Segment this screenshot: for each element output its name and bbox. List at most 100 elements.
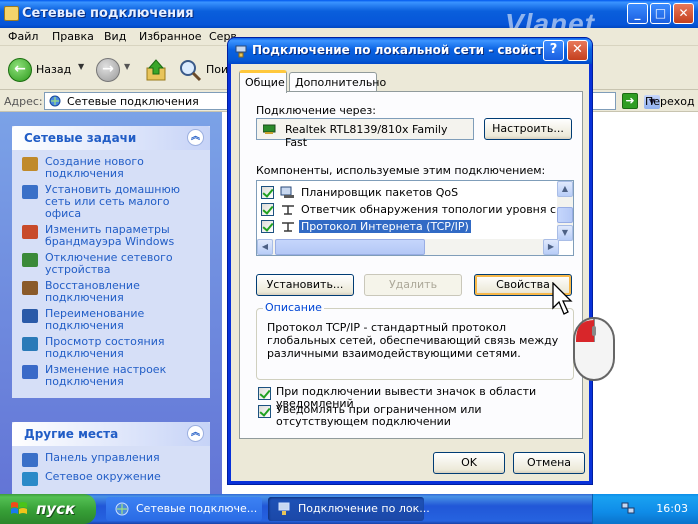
network-task-item-label[interactable]: Отключение сетевого устройства xyxy=(45,252,202,276)
tab-general[interactable]: Общие xyxy=(239,70,287,93)
component-checkbox[interactable] xyxy=(261,219,274,233)
network-task-item-label[interactable]: Изменение настроек подключения xyxy=(45,364,202,388)
go-button-label[interactable]: Переход xyxy=(645,95,695,108)
address-label: Адрес: xyxy=(4,95,43,108)
network-tray-icon[interactable] xyxy=(621,502,635,514)
go-arrow-icon[interactable]: ➜ xyxy=(622,93,638,109)
dialog-title-bar[interactable]: Подключение по локальной сети - свойства… xyxy=(228,38,592,64)
configure-button[interactable]: Настроить... xyxy=(484,118,572,140)
notify-option[interactable]: Уведомлять при ограниченном или отсутств… xyxy=(258,404,568,428)
network-task-item-label[interactable]: Просмотр состояния подключения xyxy=(45,336,202,360)
explorer-title-bar[interactable]: Сетевые подключения Vlanet _ □ ✕ xyxy=(0,0,698,39)
list-vertical-scrollbar[interactable]: ▲ ▼ xyxy=(557,181,573,241)
scroll-thumb[interactable] xyxy=(557,207,573,223)
minimize-button[interactable]: _ xyxy=(627,3,648,24)
scroll-left-icon[interactable]: ◀ xyxy=(257,239,273,255)
taskbar-button-label: Подключение по лок... xyxy=(298,502,430,515)
home-network-icon xyxy=(22,185,38,199)
menu-edit[interactable]: Правка xyxy=(52,30,94,43)
network-adapter-icon xyxy=(263,124,276,134)
firewall-icon xyxy=(22,225,38,239)
other-places-title: Другие места xyxy=(24,427,119,441)
taskbar-button-network-connections[interactable]: Сетевые подключе... xyxy=(106,497,262,521)
list-horizontal-scrollbar[interactable]: ◀ ▶ xyxy=(257,239,559,255)
other-place-item[interactable]: Сетевое окружение xyxy=(22,471,202,486)
system-tray: 16:03 xyxy=(592,494,698,524)
other-place-item[interactable]: Панель управления xyxy=(22,452,202,467)
network-task-item-label[interactable]: Переименование подключения xyxy=(45,308,202,332)
network-task-item[interactable]: Создание нового подключения xyxy=(22,156,202,180)
network-task-item-label[interactable]: Восстановление подключения xyxy=(45,280,202,304)
network-task-item[interactable]: Отключение сетевого устройства xyxy=(22,252,202,276)
folder-up-icon[interactable] xyxy=(145,58,167,82)
scroll-up-icon[interactable]: ▲ xyxy=(557,181,573,197)
network-places-icon xyxy=(22,472,38,486)
forward-dropdown-icon[interactable]: ▼ xyxy=(124,62,130,71)
list-item[interactable]: Протокол Интернета (TCP/IP) xyxy=(261,218,471,234)
menu-file[interactable]: Файл xyxy=(8,30,38,43)
network-task-item[interactable]: Переименование подключения xyxy=(22,308,202,332)
list-item[interactable]: Планировщик пакетов QoS xyxy=(261,184,460,200)
mouse-pointer-icon xyxy=(552,282,573,315)
components-list: Планировщик пакетов QoS Ответчик обнаруж… xyxy=(256,180,574,256)
tab-advanced[interactable]: Дополнительно xyxy=(289,72,386,92)
dialog-close-button[interactable]: ✕ xyxy=(567,40,588,61)
mouse-click-icon xyxy=(573,317,615,381)
other-place-item-label[interactable]: Сетевое окружение xyxy=(45,471,161,483)
notify-checkbox[interactable] xyxy=(258,405,271,418)
taskbar: пуск Сетевые подключе... Подключение по … xyxy=(0,494,698,524)
network-task-item[interactable]: Установить домашнюю сеть или сеть малого… xyxy=(22,184,202,220)
network-task-item-label[interactable]: Установить домашнюю сеть или сеть малого… xyxy=(45,184,202,220)
search-button-label[interactable]: Пои xyxy=(206,63,228,76)
search-icon[interactable] xyxy=(178,58,202,82)
collapse-chevron-icon[interactable]: ︽ xyxy=(187,425,204,442)
close-button[interactable]: ✕ xyxy=(673,3,694,24)
ok-button[interactable]: OK xyxy=(433,452,505,474)
maximize-button[interactable]: □ xyxy=(650,3,671,24)
general-tab-page: Подключение через: Realtek RTL8139/810x … xyxy=(239,91,583,439)
back-dropdown-icon[interactable]: ▼ xyxy=(78,62,84,71)
taskbar-button-label: Сетевые подключе... xyxy=(136,502,258,515)
scroll-down-icon[interactable]: ▼ xyxy=(557,225,573,241)
clock[interactable]: 16:03 xyxy=(656,502,688,515)
network-task-item[interactable]: Изменение настроек подключения xyxy=(22,364,202,388)
other-place-item-label[interactable]: Панель управления xyxy=(45,452,160,464)
network-task-item[interactable]: Просмотр состояния подключения xyxy=(22,336,202,360)
uninstall-button[interactable]: Удалить xyxy=(364,274,462,296)
other-places-header[interactable]: Другие места ︽ xyxy=(12,422,210,446)
component-checkbox[interactable] xyxy=(261,185,274,199)
cancel-button[interactable]: Отмена xyxy=(513,452,585,474)
connect-using-label: Подключение через: xyxy=(256,104,376,117)
qos-scheduler-icon xyxy=(280,186,294,198)
collapse-chevron-icon[interactable]: ︽ xyxy=(187,129,204,146)
network-task-item[interactable]: Изменить параметры брандмауэра Windows xyxy=(22,224,202,248)
network-task-item-label[interactable]: Изменить параметры брандмауэра Windows xyxy=(45,224,202,248)
help-button[interactable]: ? xyxy=(543,40,564,61)
scroll-right-icon[interactable]: ▶ xyxy=(543,239,559,255)
list-item[interactable]: Ответчик обнаружения топологии уровня св… xyxy=(261,201,573,217)
start-button[interactable]: пуск xyxy=(0,494,96,524)
taskbar-button-lan-properties[interactable]: Подключение по лок... xyxy=(268,497,430,521)
install-button[interactable]: Установить... xyxy=(256,274,354,296)
horizontal-scroll-thumb[interactable] xyxy=(275,239,425,255)
topology-responder-icon xyxy=(282,204,294,215)
network-tasks-title: Сетевые задачи xyxy=(24,131,137,145)
forward-arrow-icon[interactable]: → xyxy=(96,58,120,82)
network-task-item-label[interactable]: Создание нового подключения xyxy=(45,156,202,180)
description-group: Описание Протокол TCP/IP - стандартный п… xyxy=(256,301,574,380)
menu-view[interactable]: Вид xyxy=(104,30,126,43)
lan-connection-icon xyxy=(235,45,247,58)
network-tasks-panel: Сетевые задачи ︽ Создание нового подключ… xyxy=(12,126,210,398)
back-arrow-icon[interactable]: ← xyxy=(8,58,32,82)
task-pane: Сетевые задачи ︽ Создание нового подключ… xyxy=(0,112,222,496)
start-label: пуск xyxy=(36,500,76,518)
network-task-item[interactable]: Восстановление подключения xyxy=(22,280,202,304)
network-tasks-header[interactable]: Сетевые задачи ︽ xyxy=(12,126,210,150)
show-icon-checkbox[interactable] xyxy=(258,387,271,400)
network-connections-icon xyxy=(115,502,129,516)
back-button-label[interactable]: Назад xyxy=(36,63,71,76)
notify-label: Уведомлять при ограниченном или отсутств… xyxy=(276,403,482,428)
component-checkbox[interactable] xyxy=(261,202,274,216)
menu-favorites[interactable]: Избранное xyxy=(139,30,201,43)
components-label: Компоненты, используемые этим подключени… xyxy=(256,164,546,177)
